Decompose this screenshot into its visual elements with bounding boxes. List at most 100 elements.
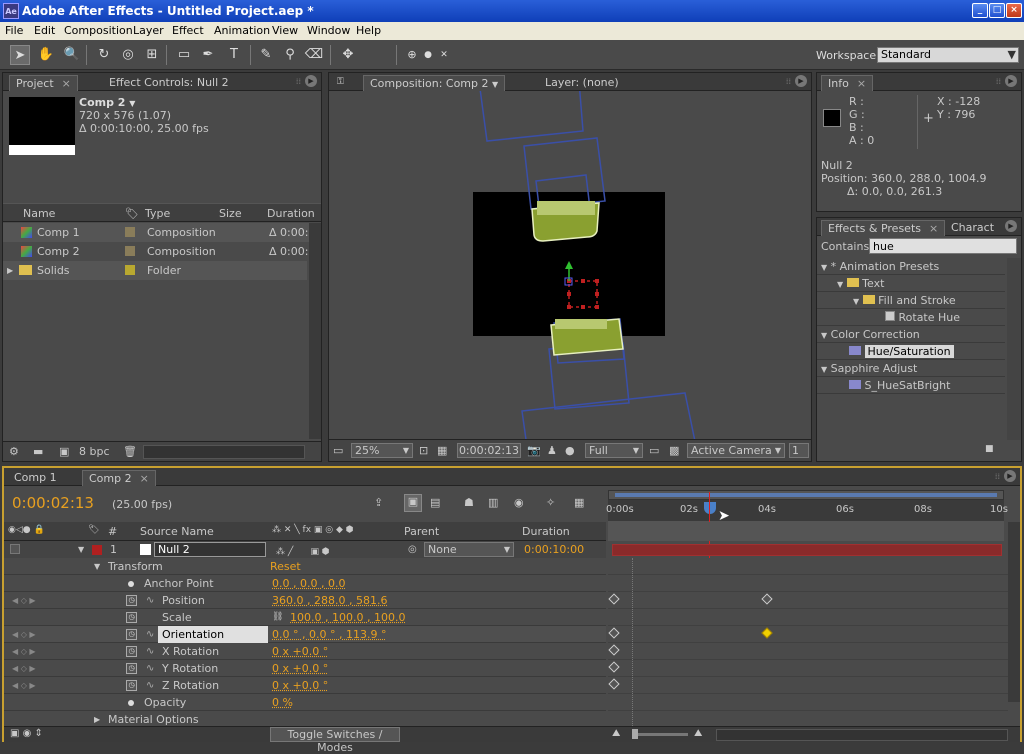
panel-menu-icon[interactable]: ▶ — [305, 75, 317, 87]
zoom-out-icon[interactable]: ⛰ — [612, 728, 620, 739]
playhead-handle[interactable] — [704, 502, 716, 514]
menu-layer[interactable]: Layer — [133, 24, 164, 37]
work-area-bar[interactable] — [608, 490, 1004, 500]
graph-icon[interactable]: ∿ — [146, 626, 154, 643]
lock-icon[interactable]: ⚿ — [331, 75, 350, 91]
col-type[interactable]: Type — [145, 207, 170, 220]
motion-blur-icon[interactable]: ◉ — [514, 496, 524, 509]
property-row-orientation[interactable]: ◀ ◇ ▶ ◷ ∿ Orientation 0.0 ° , 0.0 ° , 113.9 … — [4, 626, 606, 643]
horizontal-scrollbar[interactable] — [143, 445, 305, 459]
brainstorm-icon[interactable]: ✧ — [546, 496, 555, 509]
maximize-button[interactable]: □ — [989, 3, 1005, 18]
property-row-x-rotation[interactable]: ◀ ◇ ▶ ◷ ∿ X Rotation 0 x +0.0 ° — [4, 643, 606, 660]
list-item[interactable]: Comp 1 Composition Δ 0:00: — [3, 223, 321, 242]
property-row-position[interactable]: ◀ ◇ ▶ ◷ ∿ Position 360.0 , 288.0 , 581.6 — [4, 592, 606, 609]
panel-menu-icon[interactable]: ▶ — [1005, 75, 1017, 87]
graph-icon[interactable]: ∿ — [146, 660, 154, 677]
pan-behind-icon[interactable]: ⊞ — [142, 45, 162, 65]
close-icon[interactable]: × — [857, 77, 866, 90]
always-preview-icon[interactable]: ▭ — [333, 444, 343, 457]
property-value[interactable]: 360.0 , 288.0 , 581.6 — [272, 592, 387, 609]
property-value[interactable]: 0 % — [272, 694, 293, 711]
puppet-tool-icon[interactable]: ✥ — [338, 45, 358, 65]
selection-tool-icon[interactable]: ➤ — [10, 45, 30, 65]
property-row-opacity[interactable]: Opacity 0 % — [4, 694, 606, 711]
clone-stamp-icon[interactable]: ⚲ — [280, 45, 300, 65]
close-icon[interactable]: × — [929, 222, 938, 235]
panel-menu-icon[interactable]: ▶ — [1004, 470, 1016, 482]
stopwatch-icon[interactable]: ◷ — [126, 612, 137, 623]
col-parent[interactable]: Parent — [404, 525, 439, 538]
list-item[interactable]: ▶ Solids Folder — [3, 261, 307, 280]
transparency-grid-icon[interactable]: ▩ — [669, 444, 679, 457]
property-value[interactable]: 0 x +0.0 ° — [272, 643, 328, 660]
keyframe-area[interactable] — [608, 558, 1008, 728]
pickwhip-icon[interactable]: ◎ — [408, 541, 417, 558]
toggle-switches-modes-button[interactable]: Toggle Switches / Modes — [270, 727, 400, 742]
zoom-tool-icon[interactable]: 🔍 — [62, 45, 82, 65]
menu-file[interactable]: File — [5, 24, 23, 37]
keyframe-navigator[interactable]: ◀ ◇ ▶ — [12, 660, 36, 677]
safe-margins-icon[interactable]: ⊡ — [419, 444, 428, 457]
menu-effect[interactable]: Effect — [172, 24, 204, 37]
channel-icon[interactable]: ● — [565, 444, 575, 457]
col-duration[interactable]: Duration — [522, 525, 570, 538]
property-row-z-rotation[interactable]: ◀ ◇ ▶ ◷ ∿ Z Rotation 0 x +0.0 ° — [4, 677, 606, 694]
scrollbar[interactable] — [1007, 258, 1021, 440]
workspace-dropdown[interactable]: Standard ▼ — [877, 47, 1019, 63]
stopwatch-icon[interactable]: ◷ — [126, 646, 137, 657]
panel-menu-icon[interactable]: ▶ — [1005, 220, 1017, 232]
minimize-button[interactable]: _ — [972, 3, 988, 18]
stopwatch-icon[interactable]: ◷ — [126, 663, 137, 674]
tab-layer[interactable]: Layer: (none) — [539, 75, 625, 91]
menu-animation[interactable]: Animation — [214, 24, 270, 37]
comp-name[interactable]: Comp 2 ▼ — [79, 96, 135, 109]
property-value[interactable]: 0.0 , 0.0 , 0.0 — [272, 575, 345, 592]
tree-item[interactable]: ▼ * Animation Presets — [817, 258, 1005, 275]
graph-icon[interactable]: ∿ — [146, 677, 154, 694]
resolution-dropdown[interactable]: Full ▼ — [585, 443, 643, 458]
new-comp-icon[interactable]: ▣ — [59, 445, 69, 458]
tree-item[interactable]: Hue/Saturation — [817, 343, 1005, 360]
trash-icon[interactable]: ■ — [985, 444, 994, 454]
close-icon[interactable]: × — [62, 77, 71, 90]
layer-name[interactable]: Null 2 — [154, 542, 266, 557]
new-folder-icon[interactable]: ▬ — [33, 445, 43, 458]
tab-comp-2[interactable]: Comp 2 × — [82, 470, 156, 486]
frame-blending-icon[interactable]: ▥ — [488, 496, 498, 509]
stopwatch-icon[interactable]: ◷ — [126, 680, 137, 691]
graph-icon[interactable]: ∿ — [146, 592, 154, 609]
tab-comp-1[interactable]: Comp 1 — [8, 470, 63, 486]
expand-switches-icon[interactable]: ▣ ◉ ⇕ — [10, 728, 43, 739]
close-icon[interactable]: × — [140, 472, 149, 485]
tab-project[interactable]: Project × — [9, 75, 78, 91]
tree-item[interactable]: ▼ Fill and Stroke — [817, 292, 1005, 309]
time-ruler[interactable]: 0:00s 02s 04s 06s 08s 10s — [608, 500, 1004, 522]
snapshot-icon[interactable]: 📷 — [527, 444, 541, 457]
zoom-slider[interactable] — [632, 733, 688, 736]
panel-menu-icon[interactable]: ▶ — [795, 75, 807, 87]
transform-group[interactable]: ▼ Transform Reset — [4, 558, 606, 575]
tree-item[interactable]: S_HueSatBright — [817, 377, 1005, 394]
tab-effects-presets[interactable]: Effects & Presets × — [821, 220, 945, 236]
view-axis-icon[interactable]: ✕ — [434, 45, 454, 65]
tree-item[interactable]: ▼ Color Correction — [817, 326, 1005, 343]
views-dropdown[interactable]: 1 V — [789, 443, 809, 458]
menu-composition[interactable]: Composition — [64, 24, 133, 37]
parent-dropdown[interactable]: None ▼ — [424, 542, 514, 557]
keyframe-navigator[interactable]: ◀ ◇ ▶ — [12, 643, 36, 660]
hide-shy-icon[interactable]: ☗ — [464, 496, 474, 509]
expand-arrow-icon[interactable]: ▼ — [78, 541, 84, 558]
hand-tool-icon[interactable]: ✋ — [36, 45, 56, 65]
interpret-footage-icon[interactable]: ⚙ — [9, 445, 19, 458]
zoom-slider-thumb[interactable] — [632, 729, 638, 739]
effects-search-input[interactable] — [869, 238, 1017, 254]
expand-arrow-icon[interactable]: ▶ — [7, 261, 13, 280]
current-time-display[interactable]: 0:00:02:13 — [457, 443, 521, 458]
horizontal-scrollbar[interactable] — [716, 729, 1008, 741]
reset-link[interactable]: Reset — [270, 558, 301, 575]
scrollbar[interactable] — [309, 223, 321, 439]
layer-duration[interactable]: 0:00:10:00 — [524, 541, 584, 558]
keyframe-navigator[interactable]: ◀ ◇ ▶ — [12, 677, 36, 694]
graph-icon[interactable]: ∿ — [146, 643, 154, 660]
